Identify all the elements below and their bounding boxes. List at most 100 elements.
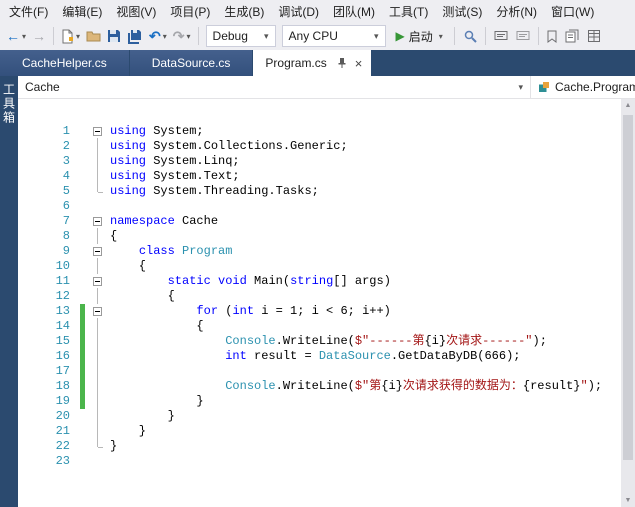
find-in-files-icon bbox=[464, 30, 477, 43]
solution-explorer-button[interactable] bbox=[561, 24, 583, 48]
fold-margin bbox=[88, 454, 108, 469]
properties-window-button[interactable] bbox=[583, 24, 605, 48]
start-debug-button[interactable]: ▶ 启动 ▾ bbox=[393, 24, 446, 48]
navigate-back-button[interactable]: ← ▾ bbox=[3, 24, 29, 48]
code-line[interactable]: 8{ bbox=[18, 229, 635, 244]
menu-project[interactable]: 项目(P) bbox=[163, 0, 217, 22]
line-number: 8 bbox=[62, 229, 70, 243]
code-line[interactable]: 15 Console.WriteLine($"------第{i}次请求----… bbox=[18, 334, 635, 349]
menu-team[interactable]: 团队(M) bbox=[326, 0, 382, 22]
code-line[interactable]: 1 using System; bbox=[18, 124, 635, 139]
code-text: namespace Cache bbox=[110, 214, 219, 228]
code-line[interactable]: 2 using System.Collections.Generic; bbox=[18, 139, 635, 154]
fold-collapse-button[interactable] bbox=[88, 304, 108, 319]
fold-collapse-button[interactable] bbox=[88, 244, 108, 259]
tab-datasource[interactable]: DataSource.cs bbox=[129, 50, 253, 76]
project-dropdown[interactable]: Cache ▾ bbox=[18, 76, 531, 98]
toolbox-tab[interactable]: 工具箱 bbox=[1, 76, 18, 125]
back-history-caret-icon[interactable]: ▾ bbox=[22, 32, 26, 41]
scroll-up-icon[interactable]: ▲ bbox=[621, 99, 635, 112]
platform-dropdown[interactable]: Any CPU ▾ bbox=[281, 25, 386, 47]
change-indicator bbox=[78, 304, 88, 319]
redo-history-caret-icon[interactable]: ▾ bbox=[187, 32, 191, 41]
redo-button[interactable]: ↷ ▾ bbox=[170, 24, 194, 48]
code-line[interactable]: 11 static void Main(string[] args) bbox=[18, 274, 635, 289]
code-line[interactable]: 5 using System.Threading.Tasks; bbox=[18, 184, 635, 199]
code-line[interactable]: 9 class Program bbox=[18, 244, 635, 259]
new-file-icon bbox=[62, 29, 74, 43]
start-options-caret-icon[interactable]: ▾ bbox=[439, 32, 443, 41]
toolbar-separator bbox=[453, 27, 455, 45]
fold-margin bbox=[88, 169, 108, 184]
properties-icon bbox=[587, 30, 600, 42]
uncomment-button[interactable] bbox=[512, 24, 534, 48]
menu-analyze[interactable]: 分析(N) bbox=[489, 0, 544, 22]
code-text: Console.WriteLine($"第{i}次请求获得的数据为：{resul… bbox=[225, 379, 603, 393]
code-editor[interactable]: 1 using System; 2 using System.Collections.… bbox=[18, 99, 635, 507]
document-tab-bar: CacheHelper.cs DataSource.cs Program.cs … bbox=[0, 50, 635, 76]
code-line[interactable]: 13 for (int i = 1; i < 6; i++) bbox=[18, 304, 635, 319]
save-all-button[interactable] bbox=[124, 24, 146, 48]
code-line[interactable]: 19 } bbox=[18, 394, 635, 409]
code-line[interactable]: 20 } bbox=[18, 409, 635, 424]
menu-file[interactable]: 文件(F) bbox=[2, 0, 55, 22]
change-indicator bbox=[78, 319, 88, 334]
code-line[interactable]: 16 int result = DataSource.GetDataByDB(6… bbox=[18, 349, 635, 364]
change-indicator bbox=[78, 184, 88, 199]
menu-tools[interactable]: 工具(T) bbox=[382, 0, 435, 22]
code-line[interactable]: 7 namespace Cache bbox=[18, 214, 635, 229]
line-number: 19 bbox=[55, 394, 70, 408]
scroll-down-icon[interactable]: ▼ bbox=[621, 494, 635, 507]
fold-margin bbox=[88, 349, 108, 364]
toggle-bookmark-button[interactable] bbox=[543, 24, 561, 48]
comment-button[interactable] bbox=[490, 24, 512, 48]
menu-view[interactable]: 视图(V) bbox=[109, 0, 163, 22]
change-indicator bbox=[78, 334, 88, 349]
undo-history-caret-icon[interactable]: ▾ bbox=[163, 32, 167, 41]
code-line[interactable]: 21 } bbox=[18, 424, 635, 439]
fold-collapse-button[interactable] bbox=[88, 214, 108, 229]
scrollbar-thumb[interactable] bbox=[623, 115, 633, 460]
change-indicator bbox=[78, 349, 88, 364]
menu-edit[interactable]: 编辑(E) bbox=[55, 0, 109, 22]
fold-margin bbox=[88, 289, 108, 304]
tab-cachehelper[interactable]: CacheHelper.cs bbox=[0, 50, 129, 76]
navigate-forward-button[interactable]: → bbox=[29, 24, 49, 48]
type-member-dropdown[interactable]: Cache.Program bbox=[531, 76, 635, 98]
find-in-files-button[interactable] bbox=[459, 24, 481, 48]
menu-window[interactable]: 窗口(W) bbox=[544, 0, 601, 22]
menu-debug[interactable]: 调试(D) bbox=[271, 0, 326, 22]
menu-test[interactable]: 测试(S) bbox=[435, 0, 489, 22]
code-line[interactable]: 22} bbox=[18, 439, 635, 454]
code-line[interactable]: 6 bbox=[18, 199, 635, 214]
fold-collapse-button[interactable] bbox=[88, 124, 108, 139]
line-number: 10 bbox=[55, 259, 70, 273]
tab-program[interactable]: Program.cs × bbox=[253, 50, 372, 76]
new-file-caret-icon[interactable]: ▾ bbox=[76, 32, 80, 41]
code-line[interactable]: 10 { bbox=[18, 259, 635, 274]
fold-collapse-button[interactable] bbox=[88, 274, 108, 289]
menu-build[interactable]: 生成(B) bbox=[217, 0, 271, 22]
change-indicator bbox=[78, 274, 88, 289]
fold-margin bbox=[88, 424, 108, 439]
line-number: 14 bbox=[55, 319, 70, 333]
close-tab-icon[interactable]: × bbox=[355, 57, 363, 70]
change-indicator bbox=[78, 379, 88, 394]
code-line[interactable]: 4 using System.Text; bbox=[18, 169, 635, 184]
code-line[interactable]: 3 using System.Linq; bbox=[18, 154, 635, 169]
pin-tab-icon[interactable] bbox=[337, 57, 347, 69]
code-line[interactable]: 12 { bbox=[18, 289, 635, 304]
save-button[interactable] bbox=[104, 24, 124, 48]
solution-config-dropdown[interactable]: Debug ▾ bbox=[205, 25, 276, 47]
code-line[interactable]: 23 bbox=[18, 454, 635, 469]
new-file-button[interactable]: ▾ bbox=[58, 24, 83, 48]
open-file-button[interactable] bbox=[83, 24, 104, 48]
code-line[interactable]: 17 bbox=[18, 364, 635, 379]
code-text: int result = DataSource.GetDataByDB(666)… bbox=[225, 349, 521, 363]
code-line[interactable]: 14 { bbox=[18, 319, 635, 334]
code-line[interactable]: 18 Console.WriteLine($"第{i}次请求获得的数据为：{re… bbox=[18, 379, 635, 394]
platform-value: Any CPU bbox=[288, 29, 338, 43]
vertical-scrollbar[interactable]: ▲ ▼ bbox=[621, 99, 635, 507]
undo-button[interactable]: ↶ ▾ bbox=[146, 24, 170, 48]
change-indicator bbox=[78, 139, 88, 154]
